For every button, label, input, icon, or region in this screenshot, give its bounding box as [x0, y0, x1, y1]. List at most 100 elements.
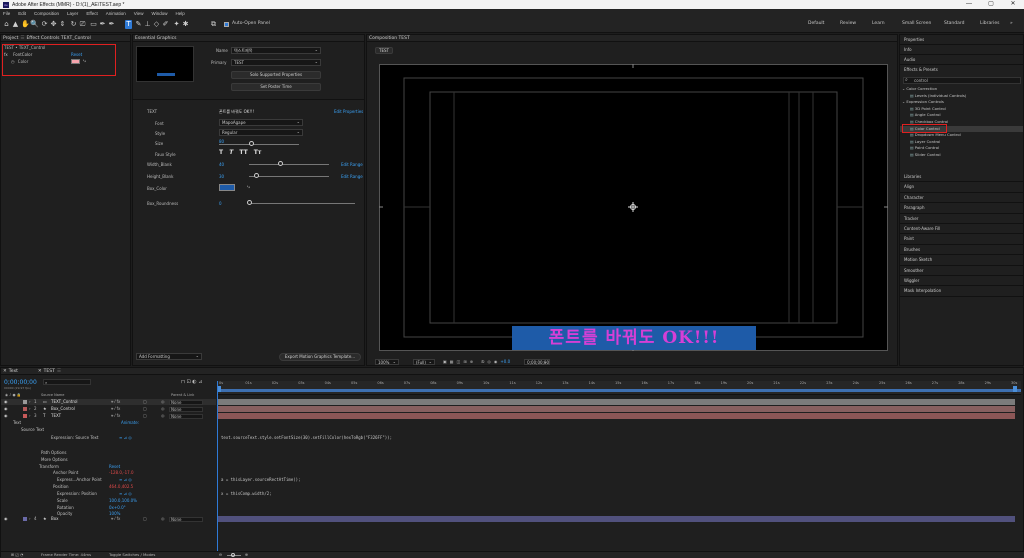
layer-switch-box-icon[interactable]: ▢ — [143, 516, 147, 522]
timeline-layer-row[interactable]: ◉ › 3 T TEXT ⚹ ⁄ fx ▢ ◎ None — [1, 413, 216, 419]
menu-item-view[interactable]: View — [134, 11, 144, 16]
menu-item-help[interactable]: Help — [175, 11, 184, 16]
height-blank-value[interactable]: 30 — [219, 174, 224, 179]
panel-header-libraries[interactable]: Libraries — [900, 172, 1023, 183]
close-icon[interactable]: ✕ — [3, 369, 7, 374]
graph-editor-icon[interactable]: ⊿ — [198, 379, 202, 385]
panel-header-wiggler[interactable]: Wiggler — [900, 276, 1023, 287]
puppet-pin-tool-icon[interactable]: ✦ — [173, 20, 180, 29]
layer-type-icon[interactable]: ▭ — [43, 399, 47, 405]
workspace-review[interactable]: Review — [840, 21, 856, 26]
all-caps-button[interactable]: TT — [239, 149, 247, 156]
effects-tree-item-expression-controls[interactable]: ⌄ Expression Controls — [900, 99, 1023, 106]
panel-header-brushes[interactable]: Brushes — [900, 245, 1023, 256]
zoom-in-icon[interactable]: ⊕ — [245, 552, 248, 558]
timeline-search-input[interactable]: ⌕ — [43, 379, 91, 385]
menu-item-edit[interactable]: Edit — [18, 11, 26, 16]
dolly-tool-icon[interactable]: ⇕ — [59, 20, 66, 29]
text-group-label[interactable]: Text — [13, 420, 21, 425]
text-value[interactable]: 폰트를 바꿔도 OK!!! — [219, 109, 254, 115]
comp-text-layer[interactable]: 폰트를 바꿔도 OK!!! — [512, 326, 756, 350]
expression-code[interactable]: text.sourceText.style.setFontSize(30).se… — [221, 435, 392, 440]
layer-name[interactable]: Box_Control — [51, 406, 75, 412]
workspace-small-screen[interactable]: Small Screen — [902, 21, 931, 26]
close-button[interactable]: ✕ — [1002, 0, 1024, 9]
layer-duration-bar[interactable] — [218, 516, 1015, 522]
effects-tree-item-point-control[interactable]: ▤ Point Control — [900, 145, 1023, 152]
exposure-value[interactable]: +0.0 — [500, 359, 510, 364]
show-snapshot-icon[interactable]: ◉ — [494, 359, 498, 364]
timeline-timecode[interactable]: 0;00;00;00 — [4, 379, 37, 386]
timeline-tab-test[interactable]: TEST — [44, 369, 55, 374]
parent-dropdown[interactable]: None — [169, 413, 203, 419]
opacity-value[interactable]: 100% — [109, 511, 120, 516]
pan-tool-icon[interactable]: ✥ — [50, 20, 57, 29]
panel-header-align[interactable]: Align — [900, 182, 1023, 193]
font-dropdown[interactable]: MapoAgape — [219, 119, 303, 126]
frame-blend-icon[interactable]: ⊡ — [187, 379, 191, 385]
menu-item-window[interactable]: Window — [151, 11, 167, 16]
tab-essential-graphics[interactable]: Essential Graphics — [135, 36, 176, 41]
layer-name[interactable]: TEXT — [51, 413, 61, 419]
type-tool-icon[interactable]: T — [125, 20, 132, 29]
panel-header-motion-sketch[interactable]: Motion Sketch — [900, 255, 1023, 266]
timeline-tab-text[interactable]: Text — [9, 369, 18, 374]
size-slider-knob[interactable] — [249, 141, 254, 146]
effects-tree-item-levels-individual-controls-[interactable]: ▤ Levels (Individual Controls) — [900, 93, 1023, 100]
workspace-standard[interactable]: Standard — [944, 21, 964, 26]
layer-switches-icon[interactable]: ⚹ ⁄ fx — [111, 516, 120, 522]
export-motion-graphics-template-button[interactable]: Export Motion Graphics Template... — [279, 353, 361, 361]
effects-search-input[interactable]: control — [903, 77, 1021, 84]
region-of-interest-icon[interactable]: ▣ — [443, 359, 447, 364]
height-edit-range-link[interactable]: Edit Range — [341, 174, 363, 179]
panel-header-paragraph[interactable]: Paragraph — [900, 203, 1023, 214]
width-blank-value[interactable]: 40 — [219, 162, 224, 167]
motion-blur-icon[interactable]: ◐ — [192, 379, 196, 385]
selection-tool-icon[interactable]: ▲ — [12, 20, 19, 29]
solo-supported-properties-button[interactable]: Solo Supported Properties — [231, 71, 321, 79]
layer-name[interactable]: Box — [51, 516, 58, 522]
layer-type-icon[interactable]: T — [43, 413, 45, 419]
expand-chevron-icon[interactable]: › — [29, 399, 31, 405]
width-blank-slider[interactable] — [249, 164, 329, 165]
expression-controls-icon[interactable]: ≡ ⊿ ◎ — [119, 491, 132, 496]
clone-stamp-tool-icon[interactable]: ⊥ — [144, 20, 151, 29]
panel-header-paint[interactable]: Paint — [900, 234, 1023, 245]
menu-item-animation[interactable]: Animation — [106, 11, 126, 16]
parent-pickwhip-icon[interactable]: ◎ — [161, 399, 165, 405]
primary-dropdown[interactable]: TEST — [231, 59, 321, 66]
timeline-layer-row[interactable]: ◉ › 2 ★ Box_Control ⚹ ⁄ fx ▢ ◎ None — [1, 406, 216, 412]
zoom-out-icon[interactable]: ⊖ — [219, 552, 222, 558]
panel-header-mask-interpolation[interactable]: Mask Interpolation — [900, 286, 1023, 297]
workspace-learn[interactable]: Learn — [872, 21, 885, 26]
layer-duration-bar[interactable] — [218, 406, 1015, 412]
menu-item-effect[interactable]: Effect — [86, 11, 97, 16]
parent-dropdown[interactable]: None — [169, 399, 203, 405]
rotation-value[interactable]: 0x+0.0° — [109, 505, 126, 510]
scale-value[interactable]: 100.0,100.0% — [109, 498, 137, 503]
layer-switch-box-icon[interactable]: ▢ — [143, 399, 147, 405]
position-value[interactable]: 464.0,402.5 — [109, 484, 133, 489]
expression-controls-icon[interactable]: ≡ ⊿ ◎ — [119, 435, 132, 440]
comp-tab-test[interactable]: TEST — [375, 47, 393, 54]
parent-dropdown[interactable]: None — [169, 516, 203, 522]
color-management-icon[interactable]: ✇ — [481, 359, 484, 364]
home-icon[interactable]: ⌂ — [3, 20, 10, 29]
render-time-icon[interactable]: ⊞ ◰ ◔ — [11, 552, 24, 558]
snapping-icon[interactable]: ⧉ — [210, 20, 217, 29]
box-roundness-slider[interactable] — [249, 203, 355, 204]
rotate-tool-icon[interactable]: ↻ — [70, 20, 77, 29]
work-area-bar[interactable] — [217, 389, 1021, 392]
effects-tree-item-slider-control[interactable]: ▤ Slider Control — [900, 152, 1023, 159]
visibility-eye-icon[interactable]: ◉ — [4, 406, 8, 412]
expand-chevron-icon[interactable]: › — [29, 516, 31, 522]
workspace-overflow-icon[interactable]: » — [1010, 21, 1013, 26]
expand-chevron-icon[interactable]: › — [29, 413, 31, 419]
panel-header-smoother[interactable]: Smoother — [900, 266, 1023, 276]
comp-timecode[interactable]: 0;00;00;00 — [524, 358, 551, 365]
visibility-eye-icon[interactable]: ◉ — [4, 516, 8, 522]
tab-effect-controls[interactable]: Effect Controls TEXT_Control — [26, 36, 90, 41]
layer-duration-bar[interactable] — [218, 413, 1015, 419]
effects-tree-item-angle-control[interactable]: ▤ Angle Control — [900, 112, 1023, 119]
expression-code[interactable]: x = thisComp.width/2; — [221, 491, 272, 496]
